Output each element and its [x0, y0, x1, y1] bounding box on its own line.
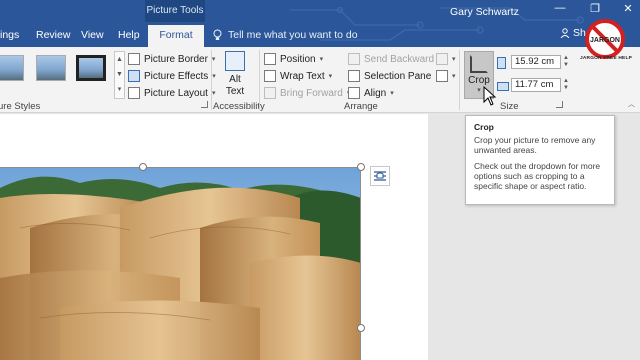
- tooltip-line-1: Crop your picture to remove any unwanted…: [474, 135, 596, 155]
- title-bar: Picture Tools ings Review View Help Form…: [0, 0, 640, 47]
- alt-text-label-2: Text: [225, 86, 245, 97]
- picture-layout-button[interactable]: Picture Layout ▾: [128, 85, 215, 101]
- picture-style-thumb-1[interactable]: [0, 55, 24, 81]
- gallery-scroll[interactable]: ▲ ▼ ▾: [114, 51, 125, 99]
- tab-format[interactable]: Format: [148, 25, 204, 47]
- tell-me-placeholder: Tell me what you want to do: [228, 29, 358, 41]
- wrap-text-icon: [264, 70, 276, 82]
- word-window: Picture Tools ings Review View Help Form…: [0, 0, 640, 360]
- picture-styles-group-label: ure Styles: [0, 101, 41, 112]
- ribbon-format: ▲ ▼ ▾ Picture Border ▾ Picture Effects ▾ Pic…: [0, 47, 640, 113]
- rotate-objects-button[interactable]: ▾: [436, 68, 456, 84]
- mouse-cursor-icon: [483, 86, 497, 106]
- minimize-button[interactable]: —: [550, 2, 570, 14]
- align-button[interactable]: Align ▾: [348, 85, 394, 101]
- layout-options-button[interactable]: [370, 166, 390, 186]
- accessibility-group-label: Accessibility: [213, 101, 265, 112]
- rotate-icon: [436, 70, 448, 82]
- alt-text-button[interactable]: Alt Text: [222, 51, 248, 98]
- picture-effects-icon: [128, 70, 140, 82]
- resize-handle-right-middle[interactable]: [357, 324, 365, 332]
- picture-effects-label: Picture Effects: [144, 70, 209, 82]
- alt-text-icon: [225, 51, 245, 71]
- picture-border-button[interactable]: Picture Border ▾: [128, 51, 215, 67]
- align-label: Align: [364, 87, 387, 99]
- jargon-logo-icon: JARGON: [585, 19, 625, 59]
- selection-pane-label: Selection Pane: [364, 70, 432, 82]
- logo-badge-text: JARGON: [590, 37, 620, 44]
- height-spinner[interactable]: ▲ ▼: [563, 55, 569, 69]
- resize-handle-top-middle[interactable]: [139, 163, 147, 171]
- collapse-ribbon-button[interactable]: ︿: [628, 99, 635, 109]
- group-separator: [211, 50, 212, 110]
- picture-layout-icon: [128, 87, 140, 99]
- position-icon: [264, 53, 276, 65]
- size-launcher[interactable]: [556, 101, 563, 108]
- shape-height-input[interactable]: 15.92 cm: [511, 55, 561, 69]
- tab-design-partial[interactable]: ings: [0, 25, 25, 47]
- align-icon: [348, 87, 360, 99]
- wrap-text-button[interactable]: Wrap Text ▾: [264, 68, 332, 84]
- arrange-group-label: Arrange: [344, 101, 378, 112]
- lightbulb-icon: [213, 29, 222, 40]
- crop-icon: [470, 55, 488, 73]
- bring-forward-icon: [264, 87, 276, 99]
- picture-effects-button[interactable]: Picture Effects ▾: [128, 68, 216, 84]
- bring-forward-label: Bring Forward: [280, 87, 343, 99]
- position-label: Position: [280, 53, 316, 65]
- selection-pane-button[interactable]: Selection Pane: [348, 68, 431, 84]
- picture-styles-launcher[interactable]: [201, 101, 208, 108]
- picture-style-thumb-3[interactable]: [76, 55, 106, 81]
- width-spinner[interactable]: ▲ ▼: [563, 78, 569, 92]
- tab-view[interactable]: View: [75, 25, 110, 47]
- restore-button[interactable]: ❐: [585, 2, 605, 15]
- selection-pane-icon: [348, 70, 360, 82]
- send-backward-label: Send Backward: [364, 53, 435, 65]
- send-backward-icon: [348, 53, 360, 65]
- group-separator: [459, 50, 460, 110]
- picture-tools-context-label: Picture Tools: [145, 0, 205, 22]
- size-group-label: Size: [500, 101, 519, 112]
- tooltip-title: Crop: [474, 122, 494, 132]
- user-name[interactable]: Gary Schwartz: [450, 6, 519, 18]
- person-icon: [560, 28, 570, 38]
- layout-options-icon: [374, 171, 386, 181]
- tab-review[interactable]: Review: [30, 25, 76, 47]
- picture-style-thumb-2[interactable]: [36, 55, 66, 81]
- crop-tooltip: Crop Crop your picture to remove any unw…: [465, 115, 615, 205]
- alt-text-label-1: Alt: [229, 74, 241, 85]
- resize-handle-top-right[interactable]: [357, 163, 365, 171]
- bring-forward-button[interactable]: Bring Forward▾: [264, 85, 350, 101]
- group-objects-button[interactable]: ▾: [436, 51, 456, 67]
- close-button[interactable]: ✕: [618, 2, 638, 15]
- shape-width-icon: [497, 81, 509, 91]
- logo-caption: JARGON FREE HELP: [580, 56, 632, 61]
- picture-selection-border: [0, 167, 361, 360]
- picture-border-icon: [128, 53, 140, 65]
- group-objects-icon: [436, 53, 448, 65]
- width-icon-wrap: [497, 78, 509, 94]
- shape-height-icon: [497, 57, 506, 69]
- picture-layout-label: Picture Layout: [144, 87, 208, 99]
- height-icon-wrap: [497, 55, 506, 71]
- send-backward-button[interactable]: Send Backward▾: [348, 51, 442, 67]
- position-button[interactable]: Position ▾: [264, 51, 323, 67]
- picture-border-label: Picture Border: [144, 53, 208, 65]
- tooltip-line-2: Check out the dropdown for more options …: [474, 161, 601, 191]
- tab-help[interactable]: Help: [112, 25, 146, 47]
- group-separator: [259, 50, 260, 110]
- tell-me-box[interactable]: Tell me what you want to do: [212, 25, 358, 45]
- shape-width-input[interactable]: 11.77 cm: [511, 78, 561, 92]
- wrap-text-label: Wrap Text: [280, 70, 325, 82]
- crop-label: Crop: [468, 75, 490, 86]
